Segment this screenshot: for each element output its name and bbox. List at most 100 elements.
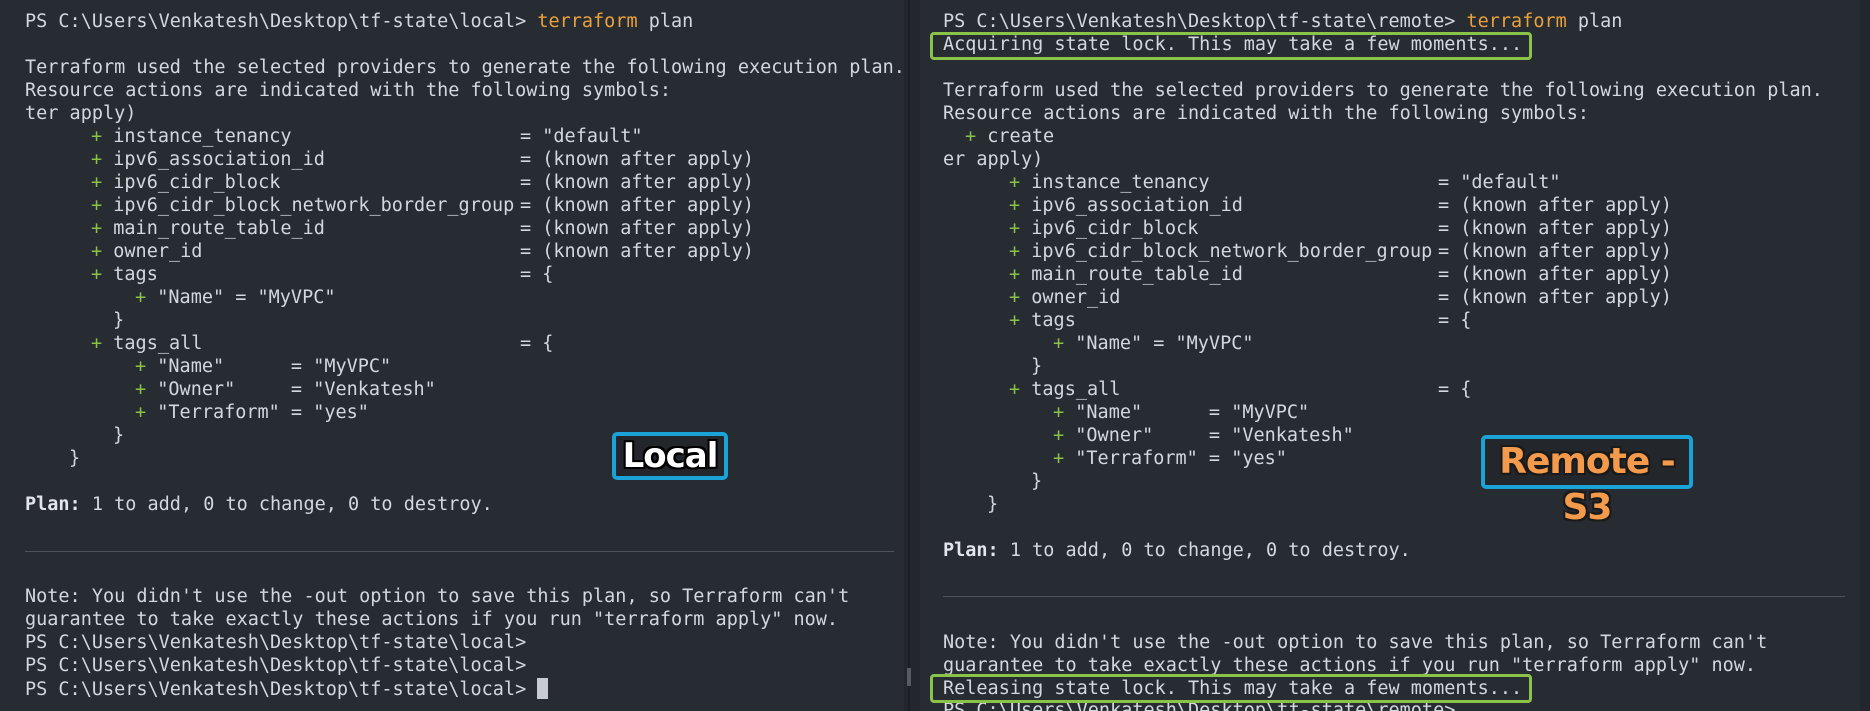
note-line: Note: You didn't use the -out option to … [943,632,1768,653]
attr-name: main_route_table_id [113,218,325,239]
attr-row: + ipv6_cidr_block_network_border_group [1009,241,1432,263]
plus-icon: + [1053,402,1065,423]
create-symbol-label: create [987,126,1055,147]
plus-icon: + [1009,287,1021,308]
lock-acquire-highlight [930,32,1532,60]
attr-name: ipv6_cidr_block_network_border_group [113,195,515,216]
attr-name: tags_all [113,333,203,354]
plan-intro-line: Terraform used the selected providers to… [943,80,1823,101]
attr-value: = { [1438,379,1472,400]
active-prompt-line[interactable]: PS C:\Users\Venkatesh\Desktop\tf-state\l… [25,678,549,701]
attr-value: = (known after apply) [1438,287,1672,308]
attr-name: ipv6_cidr_block [1031,218,1199,239]
attr-value: = (known after apply) [1438,195,1672,216]
attr-name: ipv6_cidr_block_network_border_group [1031,241,1433,262]
truncated-line: er apply) [943,149,1044,170]
plus-icon: + [1009,264,1021,285]
prompt-text: PS C:\Users\Venkatesh\Desktop\tf-state\l… [25,679,527,700]
tag-entry-text: "Name" = "MyVPC" [157,287,336,308]
note-line: guarantee to take exactly these actions … [25,609,839,630]
plus-icon: + [135,356,147,377]
attr-row: + owner_id [91,241,202,263]
plus-icon: + [91,195,103,216]
plan-symbols-line: Resource actions are indicated with the … [943,103,1590,124]
plan-summary: Plan: 1 to add, 0 to change, 0 to destro… [25,494,493,516]
tag-entry: + "Name" = "MyVPC" [135,287,336,309]
attr-row: + tags_all [91,333,202,355]
attr-name: instance_tenancy [113,126,292,147]
plus-icon: + [965,126,977,147]
terminal-pane-remote[interactable]: PS C:\Users\Venkatesh\Desktop\tf-state\r… [920,0,1870,711]
remote-callout-label: Remote - S3 [1481,435,1693,528]
plus-icon: + [135,287,147,308]
attr-value: = (known after apply) [520,195,754,216]
attr-row: + owner_id [1009,287,1120,309]
attr-row: + ipv6_cidr_block [1009,218,1198,240]
plan-summary-text: 1 to add, 0 to change, 0 to destroy. [998,540,1411,561]
attr-value: = { [520,264,554,285]
close-brace: } [113,310,125,331]
attr-value: = (known after apply) [520,218,754,239]
attr-row: + ipv6_cidr_block [91,172,280,194]
attr-value: = (known after apply) [520,149,754,170]
attr-row: + main_route_table_id [1009,264,1243,286]
close-brace: } [1031,471,1043,492]
plan-label: Plan: [943,540,999,561]
command-name: terraform [1466,11,1567,32]
command-args: plan [1566,11,1623,32]
plus-icon: + [1009,379,1021,400]
tag-entry: + "Owner" = "Venkatesh" [135,379,436,401]
tag-entry-text: "Name" = "MyVPC" [1075,333,1254,354]
truncated-line: ter apply) [25,103,137,124]
lock-release-highlight [930,674,1532,703]
terminal-pane-local[interactable]: PS C:\Users\Venkatesh\Desktop\tf-state\l… [0,0,904,711]
attr-row: + instance_tenancy [91,126,292,148]
pane-splitter[interactable] [904,0,920,711]
tag-entry-text: "Owner" = "Venkatesh" [157,379,436,400]
create-symbol-line: + create [965,126,1054,148]
tag-entry-text: "Name" = "MyVPC" [1075,402,1310,423]
plus-icon: + [1009,218,1021,239]
attr-row: + ipv6_association_id [1009,195,1243,217]
plus-icon: + [1009,172,1021,193]
plus-icon: + [91,241,103,262]
attr-row: + tags [1009,310,1076,332]
scrollbar[interactable] [1860,0,1870,711]
plus-icon: + [91,333,103,354]
command-args: plan [637,11,694,32]
attr-value: = "default" [1438,172,1561,193]
plus-icon: + [91,149,103,170]
prompt-text: PS C:\Users\Venkatesh\Desktop\tf-state\r… [943,11,1456,32]
attr-row: + tags_all [1009,379,1120,401]
local-callout-label: Local [612,432,728,480]
plus-icon: + [1053,448,1065,469]
attr-name: instance_tenancy [1031,172,1210,193]
plus-icon: + [91,126,103,147]
attr-name: owner_id [1031,287,1121,308]
attr-name: ipv6_cidr_block [113,172,281,193]
attr-value: = (known after apply) [1438,241,1672,262]
attr-value: = (known after apply) [1438,264,1672,285]
attr-value: = (known after apply) [1438,218,1672,239]
note-line: Note: You didn't use the -out option to … [25,586,850,607]
tag-entry: + "Owner" = "Venkatesh" [1053,425,1354,447]
attr-row: + ipv6_association_id [91,149,325,171]
close-brace: } [69,448,81,469]
attr-name: main_route_table_id [1031,264,1243,285]
close-brace: } [113,425,125,446]
plan-summary: Plan: 1 to add, 0 to change, 0 to destro… [943,540,1411,562]
plus-icon: + [1009,195,1021,216]
prompt-line: PS C:\Users\Venkatesh\Desktop\tf-state\r… [943,11,1622,33]
block-cursor [537,678,549,699]
attr-value: = (known after apply) [520,241,754,262]
attr-name: owner_id [113,241,203,262]
tag-entry: + "Name" = "MyVPC" [135,356,391,378]
prompt-line: PS C:\Users\Venkatesh\Desktop\tf-state\l… [25,632,527,653]
plus-icon: + [1009,310,1021,331]
tag-entry-text: "Terraform" = "yes" [157,402,369,423]
tag-entry: + "Terraform" = "yes" [135,402,369,424]
plus-icon: + [135,379,147,400]
tag-entry: + "Name" = "MyVPC" [1053,333,1254,355]
plus-icon: + [1053,425,1065,446]
tag-entry-text: "Owner" = "Venkatesh" [1075,425,1354,446]
